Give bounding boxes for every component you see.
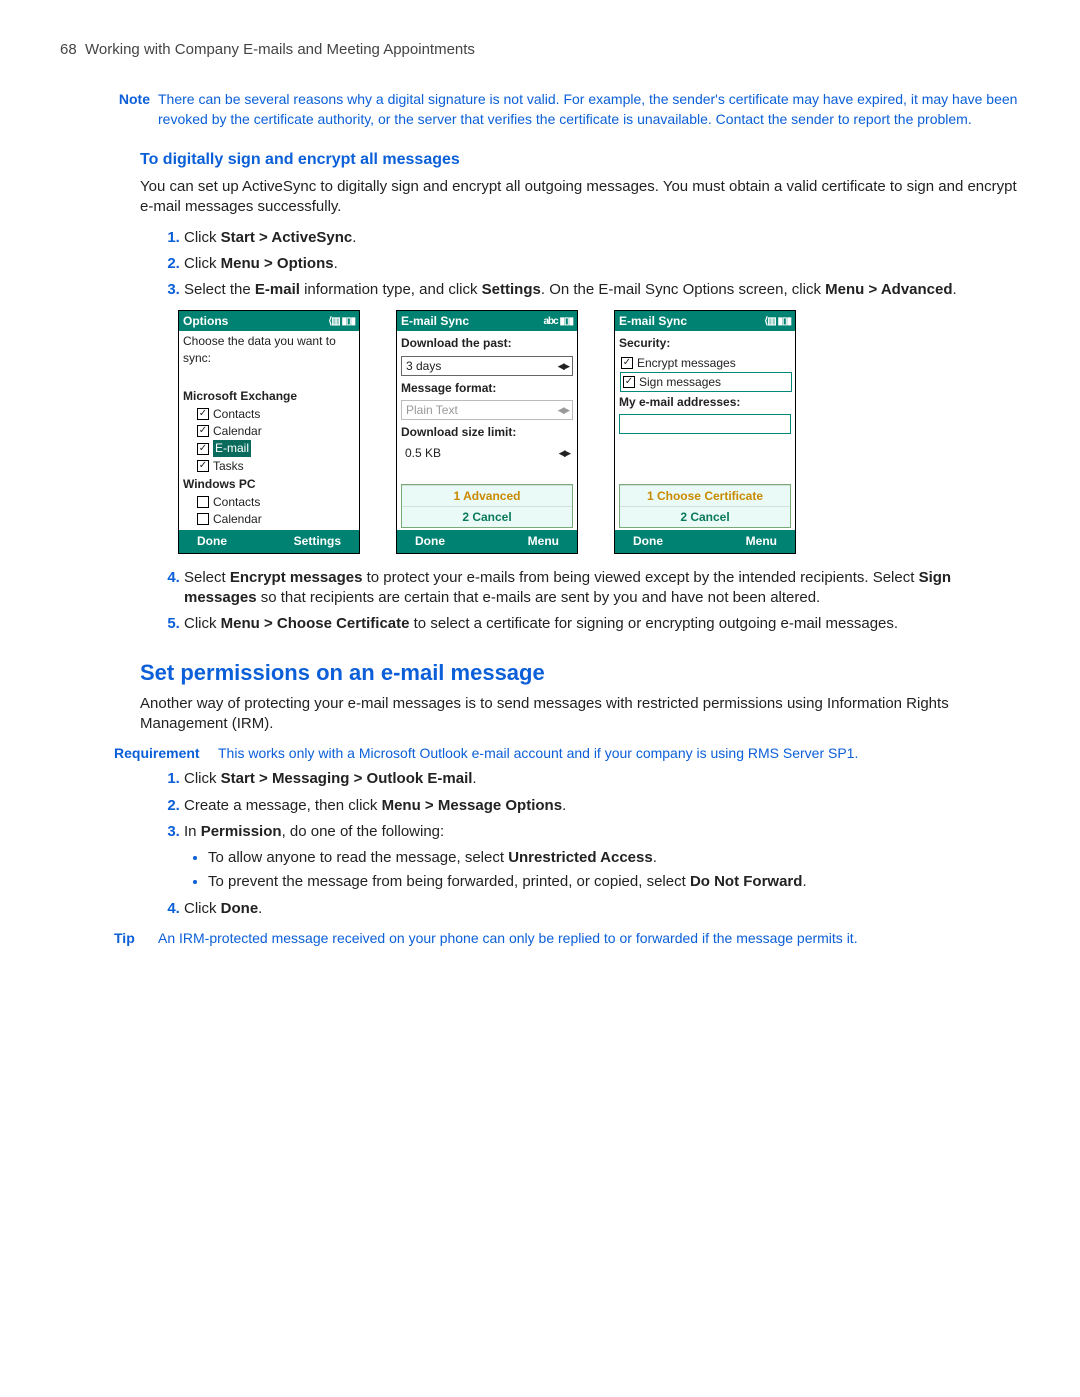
menu-cancel[interactable]: 2 Cancel <box>620 506 790 527</box>
phone-body: Download the past: 3 days◀ ▶ Message for… <box>397 331 577 530</box>
step-item: Select Encrypt messages to protect your … <box>184 568 1020 609</box>
bullet-item: To prevent the message from being forwar… <box>208 872 1020 892</box>
arrows-icon: ◀ ▶ <box>558 404 568 416</box>
download-past-label: Download the past: <box>401 335 573 351</box>
checkbox-icon <box>197 513 209 525</box>
phone-body: Choose the data you want to sync: Micros… <box>179 331 359 530</box>
signal-icon: ⟨▥ ▮▯▮ <box>764 315 791 329</box>
phone-titlebar: E-mail Sync abc ▮▯▮ <box>397 311 577 331</box>
intro-paragraph: Another way of protecting your e-mail me… <box>140 694 1020 735</box>
message-format-selector[interactable]: Plain Text◀ ▶ <box>401 400 573 420</box>
phone-options: Options ⟨▥ ▮▯▮ Choose the data you want … <box>178 310 360 553</box>
section-heading: Set permissions on an e-mail message <box>140 658 1020 688</box>
step-item: Click Start > ActiveSync. <box>184 228 1020 248</box>
phone-softkeys: Done Menu <box>615 530 795 552</box>
download-past-selector[interactable]: 3 days◀ ▶ <box>401 356 573 376</box>
checkbox-icon <box>197 496 209 508</box>
tip-body: An IRM-protected message received on you… <box>158 929 1020 948</box>
addresses-list[interactable] <box>619 414 791 434</box>
step-item: In Permission, do one of the following: … <box>184 822 1020 893</box>
phone-title: E-mail Sync <box>619 313 687 329</box>
step-item: Click Start > Messaging > Outlook E-mail… <box>184 769 1020 789</box>
phone-body: Security: ✓Encrypt messages ✓Sign messag… <box>615 331 795 530</box>
download-size-selector[interactable]: 0.5 KB◀ ▶ <box>401 444 573 462</box>
checkbox-icon: ✓ <box>197 425 209 437</box>
chapter-title: Working with Company E-mails and Meeting… <box>85 41 475 58</box>
phone-email-sync: E-mail Sync abc ▮▯▮ Download the past: 3… <box>396 310 578 553</box>
note-body: There can be several reasons why a digit… <box>158 90 1020 129</box>
subsection-heading: To digitally sign and encrypt all messag… <box>140 149 1020 171</box>
encrypt-checkbox[interactable]: ✓Encrypt messages <box>621 355 791 371</box>
signal-icon: ⟨▥ ▮▯▮ <box>328 315 355 329</box>
phone-softkeys: Done Settings <box>179 530 359 552</box>
list-item[interactable]: ✓Contacts <box>197 406 355 422</box>
windowspc-header: Windows PC <box>183 476 355 492</box>
tip-block: Tip An IRM-protected message received on… <box>106 929 1020 948</box>
softkey-done[interactable]: Done <box>633 533 663 549</box>
list-item[interactable]: ✓E-mail <box>197 440 355 456</box>
exchange-header: Microsoft Exchange <box>183 388 355 404</box>
addresses-label: My e-mail addresses: <box>619 394 791 410</box>
checkbox-icon: ✓ <box>197 408 209 420</box>
arrows-icon: ◀ ▶ <box>559 447 569 459</box>
page-header: 68 Working with Company E-mails and Meet… <box>60 40 1020 60</box>
choose-label: Choose the data you want to sync: <box>183 333 355 365</box>
softkey-menu[interactable]: Menu <box>746 533 777 549</box>
phone-titlebar: Options ⟨▥ ▮▯▮ <box>179 311 359 331</box>
sign-checkbox[interactable]: ✓Sign messages <box>621 373 791 391</box>
ordered-steps: Click Start > ActiveSync. Click Menu > O… <box>140 228 1020 301</box>
checkbox-icon: ✓ <box>623 376 635 388</box>
popup-menu: 1 Advanced 2 Cancel <box>401 484 573 528</box>
phone-email-security: E-mail Sync ⟨▥ ▮▯▮ Security: ✓Encrypt me… <box>614 310 796 553</box>
tip-label: Tip <box>106 929 158 948</box>
security-label: Security: <box>619 335 791 351</box>
download-size-label: Download size limit: <box>401 424 573 440</box>
note-label: Note <box>106 90 158 129</box>
screenshots-row: Options ⟨▥ ▮▯▮ Choose the data you want … <box>178 310 1020 553</box>
ordered-steps-cont: Select Encrypt messages to protect your … <box>140 568 1020 635</box>
popup-menu: 1 Choose Certificate 2 Cancel <box>619 484 791 528</box>
softkey-done[interactable]: Done <box>197 533 227 549</box>
step-item: Create a message, then click Menu > Mess… <box>184 796 1020 816</box>
step-item: Select the E-mail information type, and … <box>184 280 1020 300</box>
phone-title: Options <box>183 313 228 329</box>
requirement-block: Requirement This works only with a Micro… <box>106 744 1020 763</box>
page-number: 68 <box>60 41 77 58</box>
note-block: Note There can be several reasons why a … <box>106 90 1020 129</box>
step-item: Click Done. <box>184 899 1020 919</box>
menu-choose-certificate[interactable]: 1 Choose Certificate <box>620 485 790 506</box>
sub-bullets: To allow anyone to read the message, sel… <box>184 848 1020 893</box>
ordered-steps-2: Click Start > Messaging > Outlook E-mail… <box>140 769 1020 919</box>
menu-cancel[interactable]: 2 Cancel <box>402 506 572 527</box>
phone-softkeys: Done Menu <box>397 530 577 552</box>
softkey-done[interactable]: Done <box>415 533 445 549</box>
requirement-label: Requirement <box>106 744 218 763</box>
arrows-icon: ◀ ▶ <box>558 360 568 372</box>
list-item[interactable]: ✓Tasks <box>197 458 355 474</box>
checkbox-icon: ✓ <box>197 460 209 472</box>
list-item[interactable]: Calendar <box>197 511 355 527</box>
list-item[interactable]: Contacts <box>197 494 355 510</box>
step-item: Click Menu > Options. <box>184 254 1020 274</box>
softkey-settings[interactable]: Settings <box>294 533 341 549</box>
signal-icon: abc ▮▯▮ <box>543 315 573 329</box>
softkey-menu[interactable]: Menu <box>528 533 559 549</box>
step-item: Click Menu > Choose Certificate to selec… <box>184 614 1020 634</box>
phone-titlebar: E-mail Sync ⟨▥ ▮▯▮ <box>615 311 795 331</box>
list-item[interactable]: ✓Calendar <box>197 423 355 439</box>
intro-paragraph: You can set up ActiveSync to digitally s… <box>140 177 1020 218</box>
bullet-item: To allow anyone to read the message, sel… <box>208 848 1020 868</box>
menu-advanced[interactable]: 1 Advanced <box>402 485 572 506</box>
checkbox-icon: ✓ <box>197 443 209 455</box>
requirement-body: This works only with a Microsoft Outlook… <box>218 744 1020 763</box>
message-format-label: Message format: <box>401 380 573 396</box>
checkbox-icon: ✓ <box>621 357 633 369</box>
phone-title: E-mail Sync <box>401 313 469 329</box>
